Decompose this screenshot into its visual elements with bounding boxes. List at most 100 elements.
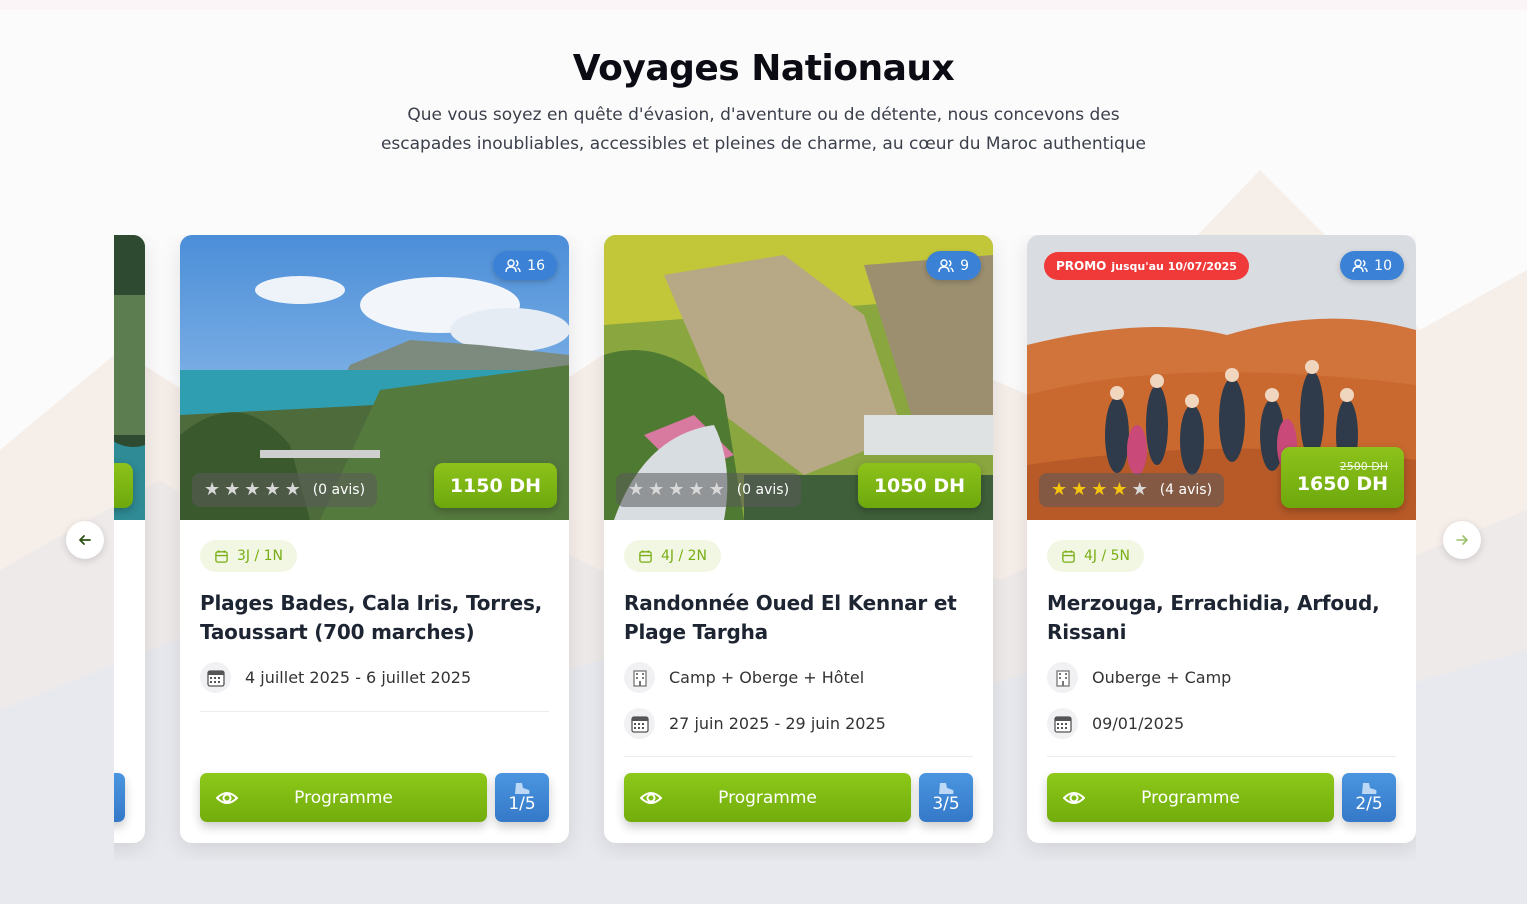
star-icon: ★ (1051, 479, 1068, 500)
participants-badge: 9 (926, 251, 981, 280)
duration-badge: 4J / 2N (624, 540, 722, 572)
price: 1050 DH (873, 474, 965, 497)
card-body: 4J / 2N Randonnée Oued El Kennar et Plag… (624, 540, 973, 739)
lodging-text: Camp + Oberge + Hôtel (669, 668, 865, 687)
price: 1650 DH (1296, 473, 1388, 495)
carousel-prev-button[interactable] (66, 521, 104, 559)
participants-badge: 10 (1340, 251, 1404, 280)
promo-badge: PROMO jusqu'au 10/07/2025 (1044, 252, 1249, 280)
users-icon (1352, 258, 1368, 272)
carousel-next-button[interactable] (1443, 521, 1481, 559)
trip-card-2[interactable]: 9 ★ ★ ★ ★ ★ (0 avis) 1050 DH 4J / 2N Ran… (604, 235, 993, 843)
users-icon (505, 258, 521, 272)
star-icon: ★ (1091, 479, 1108, 500)
lodging-text: Ouberge + Camp (1092, 668, 1232, 687)
participants-badge: 16 (493, 251, 557, 280)
review-count: (0 avis) (736, 482, 790, 498)
eye-icon (1063, 792, 1085, 804)
trip-title[interactable]: Merzouga, Errachidia, Arfoud, Rissani (1047, 589, 1396, 647)
card-actions: Programme 1/5 (200, 773, 549, 822)
card-actions: Programme 3/5 (624, 773, 973, 822)
calendar-icon (1062, 549, 1075, 563)
review-count: (0 avis) (312, 482, 366, 498)
trip-card-3[interactable]: PROMO jusqu'au 10/07/2025 10 ★ ★ ★ ★ ★ (… (1027, 235, 1416, 843)
calendar-icon (215, 549, 228, 563)
dates-row: 27 juin 2025 - 29 juin 2025 (624, 708, 973, 739)
duration-text: 4J / 5N (1084, 548, 1131, 564)
promo-until: jusqu'au 10/07/2025 (1111, 259, 1237, 273)
star-icon: ★ (1071, 479, 1088, 500)
divider (1047, 756, 1396, 757)
hotel-icon (624, 662, 655, 693)
dates-row: 09/01/2025 (1047, 708, 1396, 739)
price-badge (114, 463, 133, 508)
price-badge: 2500 DH 1650 DH (1280, 447, 1404, 508)
eye-icon (640, 792, 662, 804)
dates-text: 09/01/2025 (1092, 714, 1185, 733)
star-icon: ★ (708, 479, 725, 500)
section-header: Voyages Nationaux Que vous soyez en quêt… (0, 48, 1527, 158)
rating-badge: ★ ★ ★ ★ ★ (0 avis) (616, 473, 802, 507)
lodging-row: Ouberge + Camp (1047, 662, 1396, 693)
users-icon (938, 258, 954, 272)
dates-text: 4 juillet 2025 - 6 juillet 2025 (245, 668, 472, 687)
divider (624, 756, 973, 757)
difficulty-button[interactable]: 3/5 (919, 773, 973, 822)
price: 1150 DH (449, 474, 541, 497)
trip-image: 9 ★ ★ ★ ★ ★ (0 avis) 1050 DH (604, 235, 993, 520)
program-button[interactable]: Programme (624, 773, 911, 822)
dates-text: 27 juin 2025 - 29 juin 2025 (669, 714, 886, 733)
trip-title[interactable]: Randonnée Oued El Kennar et Plage Targha (624, 589, 973, 647)
star-icon: ★ (688, 479, 705, 500)
star-icon: ★ (204, 479, 221, 500)
trips-carousel: 16 ★ ★ ★ ★ ★ (0 avis) 1150 DH 3J / 1N Pl… (114, 235, 1416, 860)
program-label: Programme (1141, 787, 1240, 808)
difficulty-button[interactable]: 1/5 (495, 773, 549, 822)
difficulty-level: 3/5 (932, 794, 960, 814)
star-icon: ★ (244, 479, 261, 500)
trip-image (114, 235, 145, 520)
arrow-left-icon (79, 535, 91, 545)
trip-card-1[interactable]: 16 ★ ★ ★ ★ ★ (0 avis) 1150 DH 3J / 1N Pl… (180, 235, 569, 843)
promo-label: PROMO (1056, 259, 1107, 273)
difficulty-button[interactable]: 2/5 (1342, 773, 1396, 822)
top-strip (0, 0, 1527, 10)
divider (200, 711, 549, 712)
difficulty-level: 1/5 (508, 794, 536, 814)
star-icon: ★ (628, 479, 645, 500)
program-label: Programme (294, 787, 393, 808)
rating-badge: ★ ★ ★ ★ ★ (0 avis) (192, 473, 378, 507)
star-icon: ★ (648, 479, 665, 500)
card-actions (114, 773, 125, 822)
program-button[interactable]: Programme (200, 773, 487, 822)
arrow-right-icon (1456, 535, 1468, 545)
duration-badge: 4J / 5N (1047, 540, 1145, 572)
review-count: (4 avis) (1159, 482, 1213, 498)
difficulty-button[interactable] (114, 773, 125, 822)
program-label: Programme (718, 787, 817, 808)
duration-text: 3J / 1N (237, 548, 284, 564)
trip-image: PROMO jusqu'au 10/07/2025 10 ★ ★ ★ ★ ★ (… (1027, 235, 1416, 520)
card-body: 3J / 1N Plages Bades, Cala Iris, Torres,… (200, 540, 549, 693)
star-icon: ★ (1111, 479, 1128, 500)
duration-badge: 3J / 1N (200, 540, 298, 572)
trip-title[interactable]: Plages Bades, Cala Iris, Torres, Taoussa… (200, 589, 549, 647)
trip-card-partial[interactable] (114, 235, 145, 843)
program-button[interactable]: Programme (1047, 773, 1334, 822)
participants-count: 9 (960, 257, 969, 274)
card-actions: Programme 2/5 (1047, 773, 1396, 822)
rating-badge: ★ ★ ★ ★ ★ (4 avis) (1039, 473, 1225, 507)
star-icon: ★ (284, 479, 301, 500)
section-title: Voyages Nationaux (572, 48, 955, 89)
old-price: 2500 DH (1339, 460, 1388, 473)
star-icon: ★ (668, 479, 685, 500)
calendar-icon (200, 662, 231, 693)
lodging-row: Camp + Oberge + Hôtel (624, 662, 973, 693)
star-icon: ★ (224, 479, 241, 500)
calendar-icon (1047, 708, 1078, 739)
eye-icon (216, 792, 238, 804)
card-body: 4J / 5N Merzouga, Errachidia, Arfoud, Ri… (1047, 540, 1396, 739)
star-icon: ★ (264, 479, 281, 500)
star-icon: ★ (1131, 479, 1148, 500)
duration-text: 4J / 2N (661, 548, 708, 564)
